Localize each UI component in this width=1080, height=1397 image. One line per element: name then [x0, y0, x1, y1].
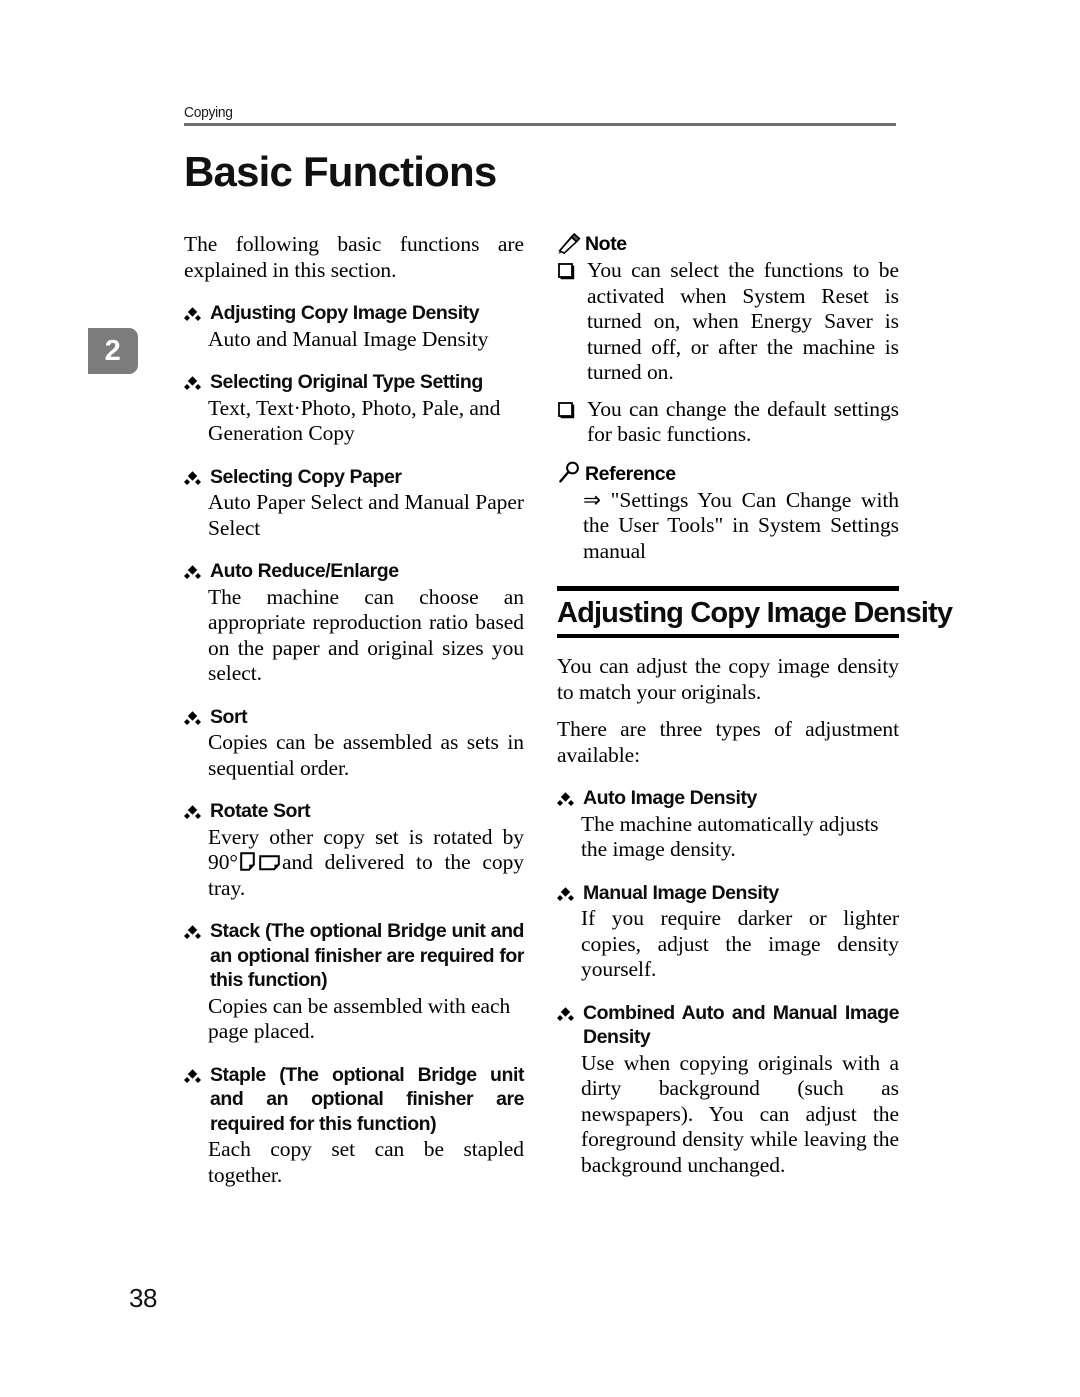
chapter-number: 2: [104, 334, 122, 367]
document-page: 2 Copying Basic Functions The following …: [0, 0, 1080, 1397]
bullet-heading-text: Auto Reduce/Enlarge: [210, 560, 399, 582]
bullet-block: Combined Auto and Manual Image Density U…: [557, 1001, 899, 1179]
note-item-text: You can change the default settings for …: [587, 396, 899, 447]
bullet-heading-text: Selecting Original Type Setting: [210, 371, 483, 393]
bullet-block: Selecting Original Type Setting Text, Te…: [184, 370, 524, 447]
diamond-bullet-icon: [184, 376, 201, 390]
bullet-body: Each copy set can be stapled together.: [208, 1137, 524, 1187]
bullet-heading: Combined Auto and Manual Image Density: [557, 1001, 899, 1050]
diamond-bullet-icon: [184, 565, 201, 579]
bullet-heading: Selecting Original Type Setting: [184, 370, 524, 395]
note-heading: Note: [557, 232, 899, 256]
section-paragraph: There are three types of adjustment avai…: [557, 717, 899, 767]
bullet-heading: Selecting Copy Paper: [184, 465, 524, 490]
bullet-block: Selecting Copy Paper Auto Paper Select a…: [184, 465, 524, 542]
note-item-text: You can select the functions to be activ…: [587, 258, 899, 384]
note-item: You can change the default settings for …: [557, 397, 899, 448]
bullet-heading-text: Sort: [210, 705, 248, 728]
paper-landscape-icon: [259, 855, 280, 871]
running-header-label: Copying: [184, 104, 233, 121]
reference-body: ⇒ "Settings You Can Change with the User…: [583, 487, 899, 563]
bullet-block: Adjusting Copy Image Density Auto and Ma…: [184, 301, 524, 352]
page-number: 38: [129, 1283, 157, 1313]
bullet-body: The machine automatically adjusts the im…: [581, 811, 879, 862]
bullet-heading: Auto Image Density: [557, 786, 899, 811]
right-column: Note You can select the functions to be …: [557, 232, 953, 1179]
bullet-heading: Adjusting Copy Image Density: [184, 301, 524, 326]
bullet-heading: Sort: [184, 705, 524, 730]
bullet-heading-text: Auto Image Density: [583, 787, 757, 809]
chapter-tab: 2: [88, 328, 138, 374]
bullet-heading-text: Adjusting Copy Image Density: [210, 302, 480, 324]
bullet-body: Copies can be assembled with each page p…: [208, 993, 511, 1044]
bullet-body: Every other copy set is rotated by 90° an…: [208, 825, 524, 902]
diamond-bullet-icon: [184, 307, 201, 321]
note-item: You can select the functions to be activ…: [557, 258, 899, 386]
diamond-bullet-icon: [557, 886, 574, 901]
paper-portrait-icon: [240, 852, 255, 871]
bullet-block: Sort Copies can be assembled as sets in …: [184, 705, 524, 782]
diamond-bullet-icon: [184, 1068, 201, 1083]
pencil-icon: [558, 233, 581, 255]
bullet-body: Copies can be assembled as sets in seque…: [208, 730, 524, 780]
section-heading: Adjusting Copy Image Density: [557, 586, 953, 638]
diamond-bullet-icon: [184, 710, 201, 725]
diamond-bullet-icon: [184, 470, 201, 485]
bullet-heading-text: Staple (The optional Bridge unit and an …: [210, 1063, 524, 1135]
diamond-bullet-icon: [557, 792, 574, 806]
running-header: Copying: [184, 104, 896, 126]
diamond-bullet-icon: [184, 925, 201, 939]
bullet-heading: Rotate Sort: [184, 799, 524, 824]
diamond-bullet-icon: [184, 805, 201, 819]
bullet-body: Text, Text·Photo, Photo, Pale, and Gener…: [208, 395, 501, 446]
reference-label: Reference: [585, 462, 676, 485]
bullet-heading-text: Stack (The optional Bridge unit and an o…: [210, 920, 524, 991]
rotate-sort-body-suffix: and delivered to the copy tray.: [208, 850, 524, 900]
square-bullet-icon: [558, 263, 575, 280]
bullet-heading: Auto Reduce/Enlarge: [184, 559, 524, 584]
bullet-body: Auto and Manual Image Density: [208, 326, 489, 351]
bullet-heading: Staple (The optional Bridge unit and an …: [184, 1063, 524, 1137]
bullet-block: Auto Reduce/Enlarge The machine can choo…: [184, 559, 524, 687]
section-heading-text: Adjusting Copy Image Density: [557, 597, 953, 629]
bullet-heading-text: Rotate Sort: [210, 800, 311, 822]
section-paragraph: You can adjust the copy image density to…: [557, 654, 899, 704]
reference-block: Reference ⇒ "Settings You Can Change wit…: [557, 461, 899, 565]
section-intro: You can adjust the copy image density to…: [557, 654, 899, 768]
bullet-block: Staple (The optional Bridge unit and an …: [184, 1063, 524, 1189]
bullet-heading-text: Combined Auto and Manual Image Density: [583, 1001, 899, 1049]
bullet-heading-text: Selecting Copy Paper: [210, 465, 402, 488]
bullet-block: Rotate Sort Every other copy set is rota…: [184, 799, 524, 901]
magnifier-icon: [559, 461, 579, 483]
diamond-bullet-icon: [557, 1006, 574, 1021]
bullet-heading-text: Manual Image Density: [583, 881, 779, 904]
left-column: The following basic functions are explai…: [184, 232, 524, 1188]
bullet-block: Manual Image Density If you require dark…: [557, 881, 899, 983]
intro-paragraph: The following basic functions are explai…: [184, 232, 524, 282]
note-block: Note You can select the functions to be …: [557, 232, 899, 448]
header-rule: [184, 123, 896, 126]
square-bullet-icon: [558, 401, 575, 418]
bullet-heading: Manual Image Density: [557, 881, 899, 906]
bullet-heading: Stack (The optional Bridge unit and an o…: [184, 919, 524, 993]
page-title: Basic Functions: [184, 148, 497, 195]
reference-heading: Reference: [557, 461, 899, 486]
bullet-body: Auto Paper Select and Manual Paper Selec…: [208, 490, 524, 540]
bullet-body: Use when copying originals with a dirty …: [581, 1050, 899, 1177]
section-rule-bottom: [557, 634, 899, 638]
bullet-body: The machine can choose an appropriate re…: [208, 584, 524, 686]
bullet-block: Auto Image Density The machine automatic…: [557, 786, 899, 863]
bullet-body: If you require darker or lighter copies,…: [581, 906, 899, 981]
bullet-block: Stack (The optional Bridge unit and an o…: [184, 919, 524, 1045]
note-label: Note: [585, 233, 627, 255]
